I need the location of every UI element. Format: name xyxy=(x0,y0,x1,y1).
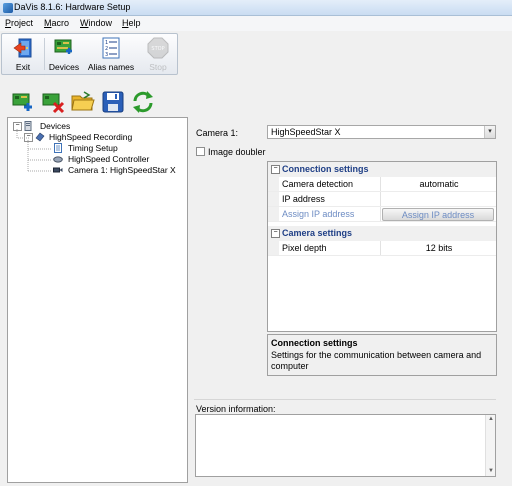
divider xyxy=(194,399,496,400)
open-folder-icon[interactable] xyxy=(70,89,96,115)
menu-window[interactable]: Window xyxy=(80,18,112,28)
image-doubler-label: Image doubler xyxy=(208,147,266,157)
collapse-icon[interactable]: − xyxy=(271,229,280,238)
tree-lines xyxy=(16,129,52,172)
alias-names-label: Alias names xyxy=(87,62,135,72)
save-disk-icon[interactable] xyxy=(100,89,126,115)
menu-help[interactable]: Help xyxy=(122,18,141,28)
toolbar-group: Exit Devices 1 2 3 Alias names STOP Stop xyxy=(1,33,178,75)
stop-label: Stop xyxy=(149,62,167,72)
property-name: Camera detection xyxy=(282,179,354,189)
numbered-list-icon: 1 2 3 xyxy=(102,37,120,59)
property-assign-ip[interactable]: Assign IP address Assign IP address xyxy=(268,207,496,222)
chevron-down-icon[interactable]: ▾ xyxy=(484,126,495,138)
scroll-down-icon[interactable]: ▼ xyxy=(486,467,496,476)
scroll-up-icon[interactable]: ▲ xyxy=(486,415,496,424)
column-divider xyxy=(380,207,381,222)
svg-text:STOP: STOP xyxy=(151,46,164,52)
category-connection-settings[interactable]: − Connection settings xyxy=(268,162,496,177)
help-text: Settings for the communication between c… xyxy=(271,350,482,371)
svg-text:3: 3 xyxy=(105,52,108,58)
row-gutter xyxy=(268,241,279,256)
row-gutter xyxy=(268,207,279,222)
image-doubler-checkbox[interactable] xyxy=(196,147,205,156)
property-camera-detection[interactable]: Camera detection automatic xyxy=(268,177,496,192)
property-value[interactable]: 12 bits xyxy=(382,241,496,256)
camera-label: Camera 1: xyxy=(196,128,239,138)
column-divider xyxy=(380,241,381,256)
remove-device-icon[interactable] xyxy=(40,89,66,115)
assign-ip-button[interactable]: Assign IP address xyxy=(382,208,494,221)
device-toolbar xyxy=(7,89,159,117)
refresh-icon[interactable] xyxy=(130,89,156,115)
row-divider xyxy=(268,255,496,256)
category-camera-settings[interactable]: − Camera settings xyxy=(268,226,496,241)
property-name: Pixel depth xyxy=(282,243,327,253)
toolbar-separator xyxy=(44,38,45,70)
version-label: Version information: xyxy=(196,404,276,414)
device-tree[interactable]: − Devices − HighSpeed Recording Timing S… xyxy=(7,117,188,483)
category-label: Connection settings xyxy=(282,164,369,174)
window-title: DaVis 8.1.6: Hardware Setup xyxy=(14,2,131,12)
stop-button[interactable]: STOP Stop xyxy=(140,34,176,74)
row-divider xyxy=(268,221,496,222)
menu-bar: Project Macro Window Help xyxy=(0,16,512,31)
property-ip-address[interactable]: IP address xyxy=(268,192,496,207)
exit-label: Exit xyxy=(15,62,31,72)
devices-label: Devices xyxy=(48,62,80,72)
column-divider xyxy=(380,177,381,192)
exit-button[interactable]: Exit xyxy=(4,34,42,74)
camera-select-value: HighSpeedStar X xyxy=(271,127,341,137)
add-device-icon[interactable] xyxy=(10,89,36,115)
property-pixel-depth[interactable]: Pixel depth 12 bits xyxy=(268,241,496,256)
property-value[interactable]: automatic xyxy=(382,177,496,192)
row-gutter xyxy=(268,177,279,192)
row-gutter xyxy=(268,192,279,207)
category-label: Camera settings xyxy=(282,228,353,238)
version-info-textarea[interactable] xyxy=(195,414,496,477)
alias-names-button[interactable]: 1 2 3 Alias names xyxy=(84,34,138,74)
property-name: Assign IP address xyxy=(282,209,355,219)
devices-button[interactable]: Devices xyxy=(46,34,82,74)
column-divider xyxy=(380,192,381,207)
vertical-scrollbar[interactable]: ▲ ▼ xyxy=(485,415,495,476)
collapse-icon[interactable]: − xyxy=(271,165,280,174)
exit-door-icon xyxy=(13,38,32,58)
stop-sign-icon: STOP xyxy=(147,37,169,59)
help-title: Connection settings xyxy=(271,338,358,348)
menu-project[interactable]: Project xyxy=(5,18,33,28)
devices-board-icon xyxy=(54,39,72,54)
app-icon xyxy=(3,3,13,13)
menu-macro[interactable]: Macro xyxy=(44,18,69,28)
property-name: IP address xyxy=(282,194,325,204)
